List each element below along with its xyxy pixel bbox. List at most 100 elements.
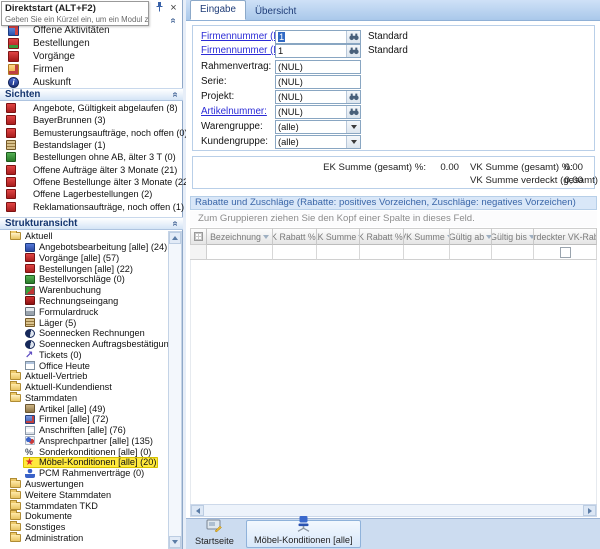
filter-cell[interactable] bbox=[450, 245, 492, 260]
tree-item[interactable]: Artikel [alle] (49) bbox=[0, 403, 168, 414]
quick-link[interactable]: Firmen bbox=[0, 63, 183, 76]
sichten-item[interactable]: Offene Lagerbestellungen (2) bbox=[0, 188, 183, 200]
filter-cell[interactable] bbox=[492, 245, 534, 260]
tree-item[interactable]: Stammdaten bbox=[0, 392, 168, 403]
artikelnummer-label[interactable]: Artikelnummer: bbox=[201, 105, 267, 119]
sichten-item[interactable]: Reklamationsaufträge, noch offen (1) bbox=[0, 200, 183, 212]
sichten-item[interactable]: Offene Aufträge älter 3 Monate (21) bbox=[0, 163, 183, 175]
scroll-down-icon[interactable] bbox=[169, 536, 181, 548]
tree-item[interactable]: Aktuell-Kundendienst bbox=[0, 382, 168, 393]
column-header[interactable]: VK Rabatt % bbox=[360, 228, 404, 245]
tree-item[interactable]: Formulardruck bbox=[0, 306, 168, 317]
tree-item-content: Angebotsbearbeitung [alle] (24) bbox=[23, 242, 168, 253]
tree-item[interactable]: Stammdaten TKD bbox=[0, 500, 168, 511]
firmennummer-lieferant-input[interactable]: 1 bbox=[275, 44, 361, 58]
warengruppe-select[interactable]: (alle) bbox=[275, 120, 361, 134]
tree-item[interactable]: Dokumente bbox=[0, 511, 168, 522]
tree-item[interactable]: Aktuell-Vertrieb bbox=[0, 371, 168, 382]
lookup-icon[interactable] bbox=[346, 45, 360, 57]
activities-icon bbox=[8, 25, 19, 36]
firmennummer-kunde-input[interactable]: 1 bbox=[275, 30, 361, 44]
filter-cell[interactable] bbox=[360, 245, 404, 260]
tab-uebersicht[interactable]: Übersicht bbox=[246, 3, 305, 20]
filter-cell[interactable] bbox=[207, 245, 273, 260]
tree-item[interactable]: Vorgänge [alle] (57) bbox=[0, 253, 168, 264]
sichten-item[interactable]: Offene Bestellunge älter 3 Monate (22) bbox=[0, 176, 183, 188]
tree-item[interactable]: Weitere Stammdaten bbox=[0, 489, 168, 500]
direktstart-box[interactable]: Direktstart (ALT+F2) Geben Sie ein Kürze… bbox=[1, 1, 149, 26]
filter-cell[interactable] bbox=[273, 245, 317, 260]
tree-item[interactable]: Auswertungen bbox=[0, 479, 168, 490]
filter-cell[interactable] bbox=[404, 245, 450, 260]
tree-item[interactable]: Warenbuchung bbox=[0, 285, 168, 296]
tree-item[interactable]: Tickets (0) bbox=[0, 349, 168, 360]
tree-scrollbar[interactable] bbox=[168, 231, 182, 549]
collapse-icon[interactable] bbox=[169, 218, 180, 229]
quick-link[interactable]: Bestellungen bbox=[0, 37, 183, 50]
column-header[interactable]: VK Summe bbox=[404, 228, 450, 245]
tree-item[interactable]: Office Heute bbox=[0, 360, 168, 371]
column-header[interactable]: Verdeckter VK-Rab bbox=[534, 228, 597, 245]
scroll-up-icon[interactable] bbox=[169, 232, 181, 244]
lookup-icon[interactable] bbox=[346, 106, 360, 118]
tree-item[interactable]: Angebotsbearbeitung [alle] (24) bbox=[0, 242, 168, 253]
sichten-item[interactable]: Bestandslager (1) bbox=[0, 139, 183, 151]
sichten-item[interactable]: Bemusterungsaufträge, noch offen (0) bbox=[0, 127, 183, 139]
dropdown-icon[interactable] bbox=[346, 121, 360, 133]
close-icon[interactable]: × bbox=[168, 3, 179, 14]
tree-item[interactable]: Firmen [alle] (72) bbox=[0, 414, 168, 425]
column-header[interactable]: EK Summe bbox=[317, 228, 360, 245]
tree-item[interactable]: Bestellvorschläge (0) bbox=[0, 274, 168, 285]
column-header[interactable]: Bezeichnung bbox=[207, 228, 273, 245]
tab-startseite[interactable]: Startseite bbox=[188, 520, 241, 548]
horizontal-scrollbar[interactable] bbox=[190, 504, 597, 517]
tree-item[interactable]: Aktuell bbox=[0, 231, 168, 242]
filter-cell[interactable] bbox=[317, 245, 360, 260]
tree-item[interactable]: Soennecken Rechnungen bbox=[0, 328, 168, 339]
tree-item[interactable]: Administration bbox=[0, 532, 168, 543]
tree-item[interactable]: Anschriften [alle] (76) bbox=[0, 425, 168, 436]
artikelnummer-input[interactable]: (NUL) bbox=[275, 105, 361, 119]
collapse-icon[interactable] bbox=[169, 89, 180, 100]
vk-summe-value: 0.00 bbox=[545, 162, 583, 173]
verdeckter-checkbox[interactable] bbox=[560, 247, 571, 258]
sichten-item[interactable]: Angebote, Gültigkeit abgelaufen (8) bbox=[0, 102, 183, 114]
scroll-left-icon[interactable] bbox=[191, 505, 204, 516]
field-value: (NUL) bbox=[278, 77, 303, 87]
filter-cell-verdeckter[interactable] bbox=[534, 245, 597, 260]
tree-item[interactable]: Möbel-Konditionen [alle] (20) bbox=[0, 457, 168, 468]
projekt-input[interactable]: (NUL) bbox=[275, 90, 361, 104]
tree-item[interactable]: Rechnungseingang bbox=[0, 296, 168, 307]
sichten-item[interactable]: BayerBrunnen (3) bbox=[0, 114, 183, 126]
scroll-right-icon[interactable] bbox=[583, 505, 596, 516]
column-header[interactable]: Gültig ab bbox=[450, 228, 492, 245]
kundengruppe-select[interactable]: (alle) bbox=[275, 135, 361, 149]
collapse-icon[interactable] bbox=[167, 15, 178, 26]
sichten-item-label: Bestellungen ohne AB, älter 3 T (0) bbox=[33, 152, 176, 162]
tree-item-content: Artikel [alle] (49) bbox=[23, 403, 107, 414]
tree-item-label: Läger (5) bbox=[39, 318, 76, 328]
serie-input[interactable]: (NUL) bbox=[275, 75, 361, 89]
filter-icon[interactable] bbox=[263, 235, 269, 239]
tab-eingabe[interactable]: Eingabe bbox=[190, 0, 246, 20]
column-header[interactable]: Gültig bis bbox=[492, 228, 534, 245]
row-indicator-icon bbox=[194, 232, 203, 241]
tree-item[interactable]: Läger (5) bbox=[0, 317, 168, 328]
tree-item[interactable]: Bestellungen [alle] (22) bbox=[0, 263, 168, 274]
tree-item[interactable]: PCM Rahmenverträge (0) bbox=[0, 468, 168, 479]
tree-item[interactable]: Ansprechpartner [alle] (135) bbox=[0, 436, 168, 447]
tree-item[interactable]: Sonderkonditionen [alle] (0) bbox=[0, 446, 168, 457]
rahmenvertrag-input[interactable]: (NUL) bbox=[275, 60, 361, 74]
pin-icon[interactable] bbox=[155, 2, 164, 15]
tab-moebel-konditionen[interactable]: Möbel-Konditionen [alle] bbox=[246, 520, 361, 548]
quick-link[interactable]: Vorgänge bbox=[0, 50, 183, 63]
sichten-item[interactable]: Bestellungen ohne AB, älter 3 T (0) bbox=[0, 151, 183, 163]
tree-item[interactable]: Sonstiges bbox=[0, 522, 168, 533]
dropdown-icon[interactable] bbox=[346, 136, 360, 148]
lookup-icon[interactable] bbox=[346, 31, 360, 43]
direktstart-hint: Geben Sie ein Kürzel ein, um ein Modul z… bbox=[5, 15, 145, 24]
tree-item[interactable]: Soennecken Auftragsbestätigungen bbox=[0, 339, 168, 350]
lookup-icon[interactable] bbox=[346, 91, 360, 103]
column-header[interactable]: EK Rabatt % bbox=[273, 228, 317, 245]
serie-label: Serie: bbox=[201, 75, 227, 89]
